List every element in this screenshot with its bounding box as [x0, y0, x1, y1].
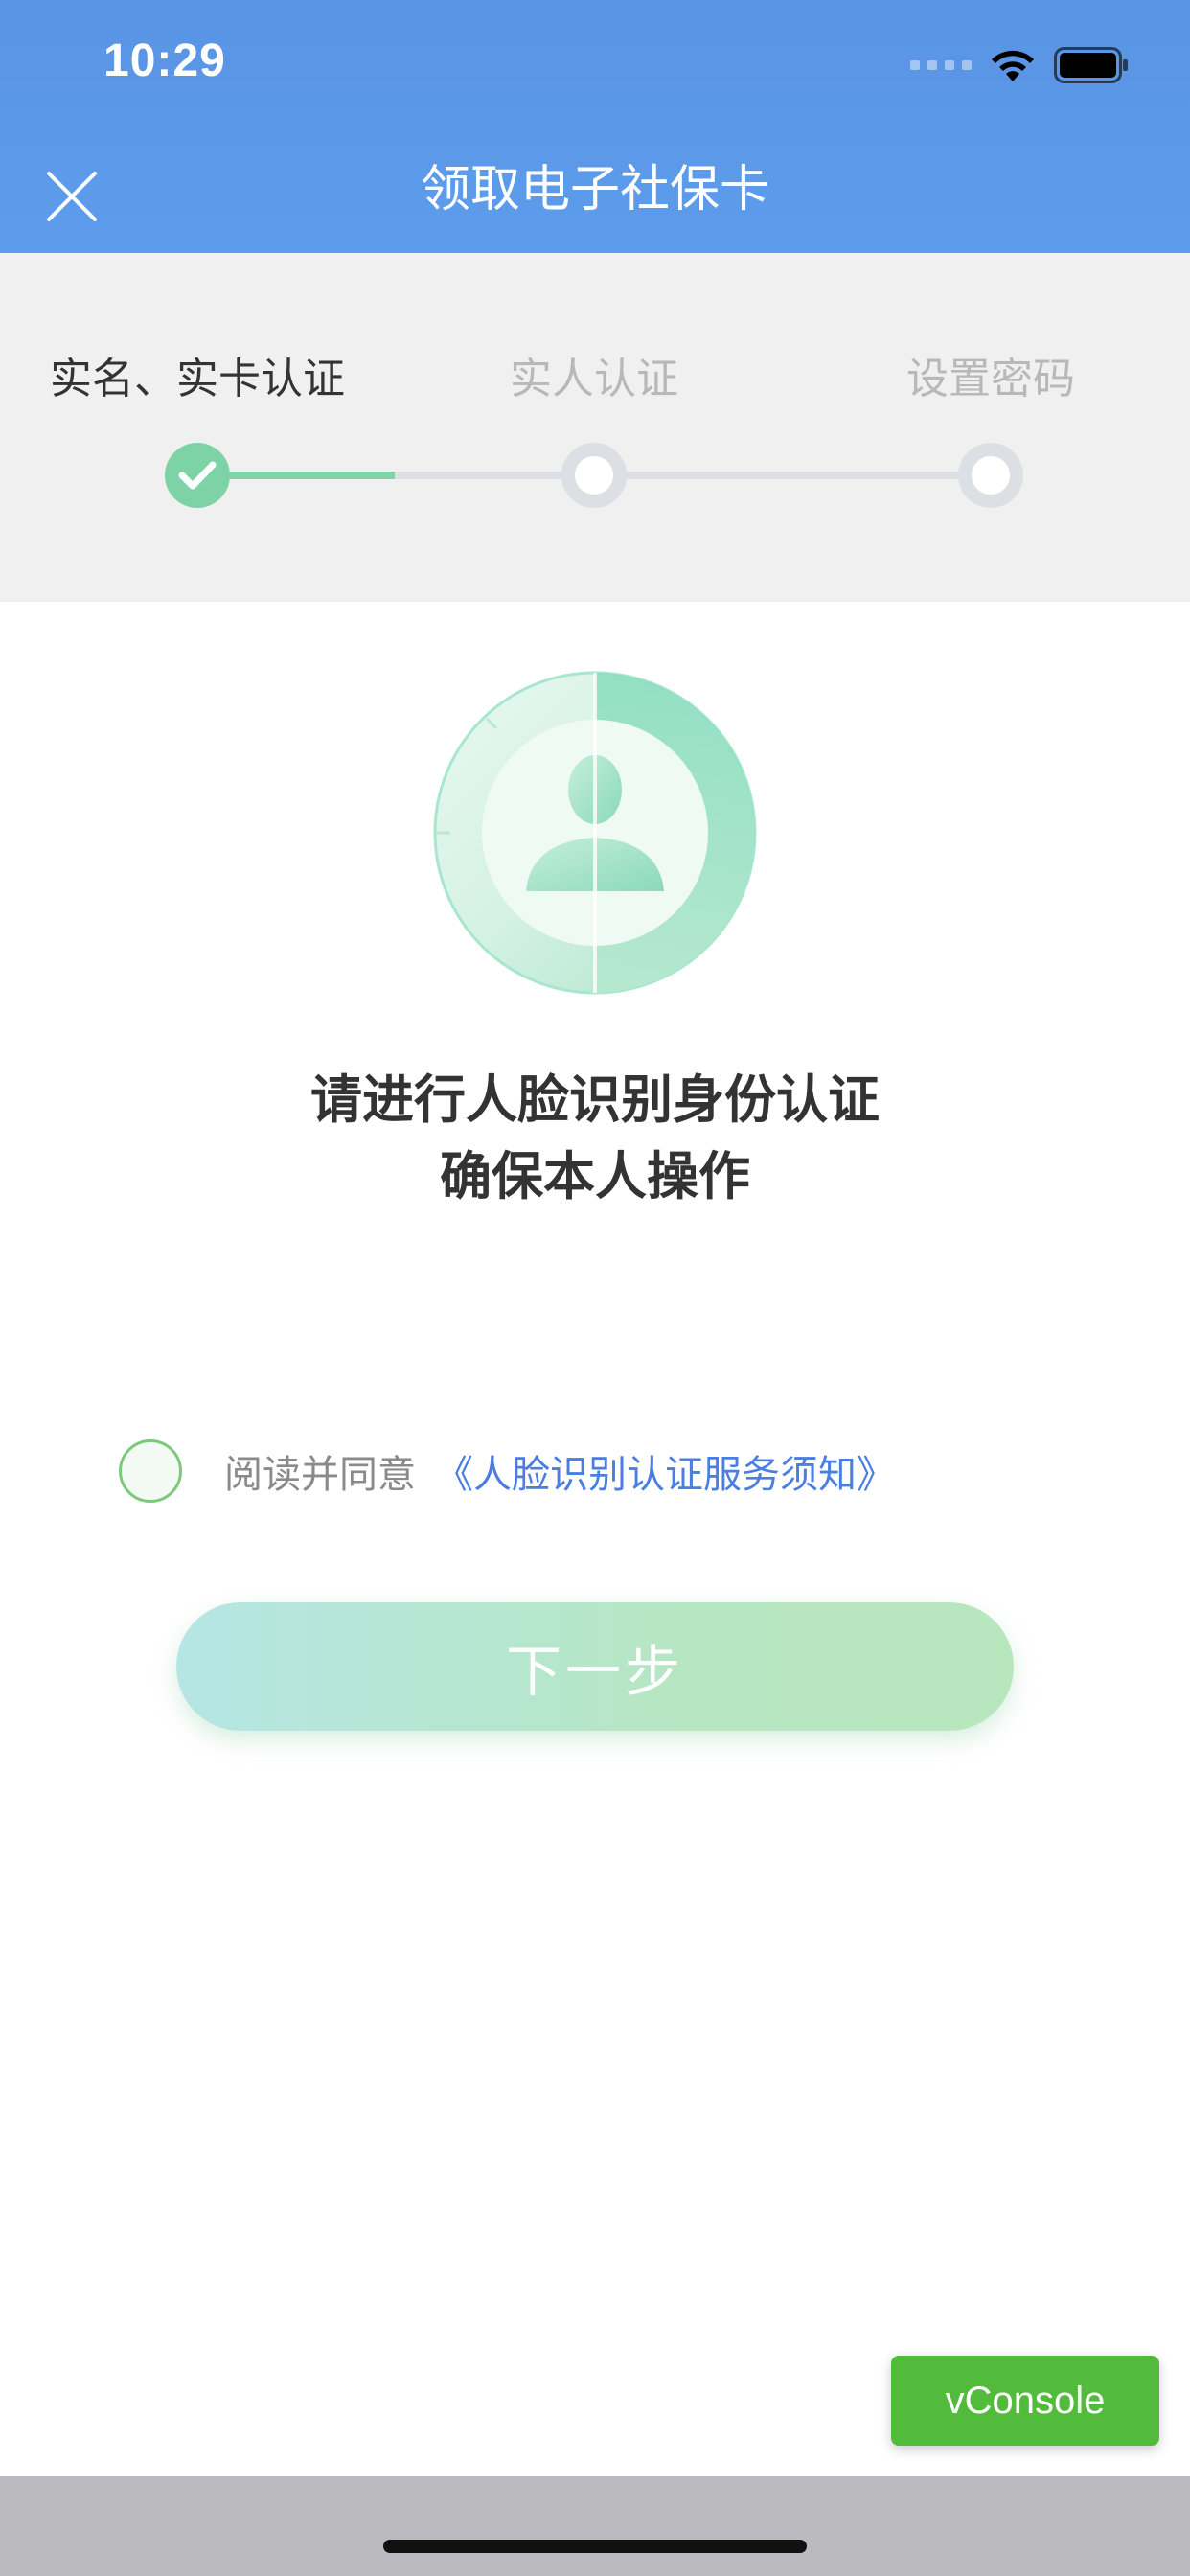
page-title: 领取电子社保卡: [420, 161, 769, 218]
home-indicator[interactable]: [383, 2540, 807, 2553]
agree-text: 阅读并同意: [224, 1453, 416, 1497]
step-dot-3: [958, 443, 1023, 508]
face-recognition-icon: [433, 671, 757, 995]
instruction-text: 请进行人脸识别身份认证 确保本人操作: [0, 1062, 1190, 1215]
agreement-row: 阅读并同意 《人脸识别认证服务须知》: [119, 1438, 895, 1505]
wifi-icon: [992, 50, 1034, 81]
battery-icon: [1054, 47, 1128, 83]
next-button[interactable]: 下一步: [176, 1602, 1014, 1731]
status-time: 10:29: [103, 35, 226, 86]
step-label-3: 设置密码: [906, 355, 1075, 403]
step-connector-1-progress: [230, 472, 395, 479]
app-header: 10:29 领取电子社保卡: [0, 0, 1190, 253]
home-indicator-bar: [0, 2476, 1190, 2576]
step-label-1: 实名、实卡认证: [50, 355, 345, 403]
signal-icon: [910, 60, 972, 70]
agreement-link[interactable]: 《人脸识别认证服务须知》: [435, 1443, 895, 1499]
instruction-line-1: 请进行人脸识别身份认证: [310, 1070, 880, 1130]
agree-checkbox[interactable]: [119, 1439, 182, 1503]
status-icons: [910, 44, 1129, 86]
check-icon: [178, 461, 217, 490]
step-dot-1: [165, 443, 230, 508]
step-connector-2: [627, 472, 991, 479]
step-label-2: 实人认证: [510, 355, 678, 403]
progress-stepper: 实名、实卡认证 实人认证 设置密码: [0, 253, 1190, 602]
instruction-line-2: 确保本人操作: [440, 1146, 750, 1207]
step-dot-2: [561, 443, 627, 508]
vconsole-button[interactable]: vConsole: [891, 2356, 1159, 2446]
